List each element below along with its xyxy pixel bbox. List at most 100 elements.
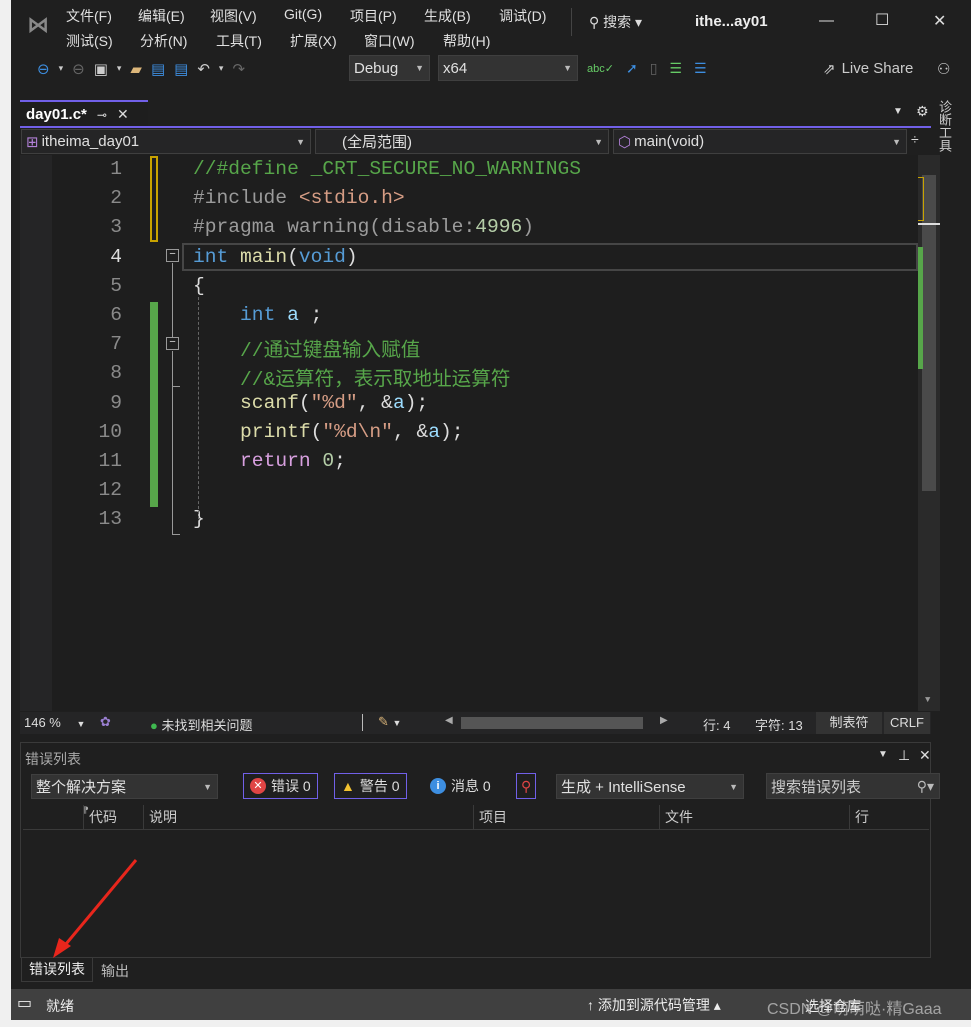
tab-day01-c[interactable]: day01.c* ⊸ ✕ [20, 100, 148, 127]
open-folder-icon[interactable]: ▰ [130, 60, 142, 78]
search-button[interactable]: ⚲ 搜索 ▾ [589, 12, 642, 32]
menu-item[interactable]: 分析(N) [140, 31, 187, 51]
search-icon: ⚲▾ [916, 777, 934, 794]
menu-item[interactable]: 帮助(H) [443, 31, 490, 51]
error-search-input[interactable]: 搜索错误列表 ⚲▾ [766, 773, 940, 799]
collapse-comment-icon[interactable]: − [166, 337, 179, 350]
panel-icon[interactable]: ▯ [650, 60, 658, 77]
column-header[interactable]: 说明 [143, 805, 473, 829]
configuration-select[interactable]: Debug ▼ [349, 55, 430, 81]
save-icon[interactable]: ▤ [151, 60, 165, 78]
close-panel-icon[interactable]: ✕ [919, 747, 931, 764]
code-line[interactable]: { [193, 275, 205, 297]
menu-item[interactable]: 文件(F) [66, 6, 112, 26]
menu-item[interactable]: 扩展(X) [290, 31, 337, 51]
indent-icon[interactable]: ☰ [694, 60, 707, 77]
scroll-left-icon[interactable]: ◀ [445, 715, 453, 726]
eol-indicator[interactable]: CRLF [884, 712, 930, 734]
code-line[interactable]: //#define _CRT_SECURE_NO_WARNINGS [193, 158, 581, 180]
column-header[interactable]: 项目 [473, 805, 659, 829]
line-number: 11 [98, 450, 122, 472]
menu-item[interactable]: 工具(T) [216, 31, 262, 51]
vertical-scrollbar[interactable]: ▼ [918, 155, 940, 711]
panel-menu-icon[interactable]: ▼ [878, 749, 888, 760]
chevron-down-icon: ▼ [563, 63, 572, 73]
warnings-filter-button[interactable]: ▲ 警告 0 [334, 773, 407, 799]
account-icon[interactable]: ⚇ [937, 55, 950, 82]
scope-select[interactable]: (全局范围) ▼ [315, 129, 609, 154]
line-indicator[interactable]: 行: 4 [703, 715, 730, 734]
code-line[interactable]: #include <stdio.h> [193, 187, 405, 209]
tab-error-list[interactable]: 错误列表 [21, 958, 93, 982]
column-header[interactable]: 文件 [659, 805, 849, 829]
scroll-right-icon[interactable]: ▶ [660, 715, 668, 726]
split-icon[interactable]: ÷ [911, 131, 919, 147]
forward-icon[interactable]: ⊖ [72, 60, 85, 78]
code-line[interactable]: //通过键盘输入赋值 [193, 333, 420, 362]
menu-item[interactable]: 调试(D) [499, 6, 546, 26]
source-select[interactable]: 生成 + IntelliSense ▼ [556, 774, 744, 799]
tab-output[interactable]: 输出 [101, 961, 129, 981]
horizontal-scrollbar[interactable] [461, 717, 643, 729]
zoom-select[interactable]: 146 % ▼ [24, 715, 85, 730]
project-select[interactable]: ⊞ itheima_day01 ▼ [21, 129, 311, 154]
pin-icon[interactable]: ⊸ [97, 108, 107, 122]
menu-item[interactable]: Git(G) [284, 6, 322, 22]
undo-icon[interactable]: ↶ [197, 60, 210, 78]
code-line[interactable]: printf("%d\n", &a); [193, 421, 463, 443]
add-source-control-button[interactable]: ↑ 添加到源代码管理 ▴ [587, 995, 721, 1015]
menu-item[interactable]: 窗口(W) [364, 31, 415, 51]
cube-icon: ⬡ [618, 133, 632, 151]
menu-item[interactable]: 生成(B) [424, 6, 471, 26]
filter-icon[interactable]: ⚲ [516, 773, 537, 799]
close-tab-icon[interactable]: ✕ [117, 106, 129, 123]
pointer-icon[interactable]: ➚ [626, 60, 638, 77]
collapse-main-icon[interactable]: − [166, 249, 179, 262]
info-icon: i [430, 778, 446, 794]
maximize-button[interactable]: ☐ [875, 10, 889, 30]
redo-icon[interactable]: ↷ [232, 60, 245, 78]
code-line[interactable]: scanf("%d", &a); [193, 392, 428, 414]
issues-status[interactable]: ● 未找到相关问题 [150, 715, 253, 734]
code-token: //&运算符，表示取地址运算符 [240, 369, 511, 392]
menu-item[interactable]: 编辑(E) [138, 6, 185, 26]
vs-logo-icon: ⋈ [27, 12, 49, 37]
errors-filter-button[interactable]: ✕ 错误 0 [243, 773, 318, 799]
gear-icon[interactable]: ⚙ [916, 103, 929, 120]
intellicode-icon[interactable]: ✿ [100, 714, 111, 730]
platform-select[interactable]: x64 ▼ [438, 55, 578, 81]
menu-item[interactable]: 测试(S) [66, 31, 113, 51]
cleanup-icon[interactable]: ✎ ▼ [378, 714, 401, 730]
outdent-icon[interactable]: ☰ [669, 60, 682, 77]
code-token: ; [298, 304, 323, 326]
live-share-button[interactable]: ⇗ Live Share [823, 55, 913, 82]
code-line[interactable]: return 0; [193, 450, 346, 472]
code-line[interactable]: #pragma warning(disable:4996) [193, 216, 534, 238]
code-line[interactable]: int a ; [193, 304, 322, 326]
messages-filter-button[interactable]: i 消息 0 [424, 773, 497, 799]
menu-item[interactable]: 项目(P) [350, 6, 397, 26]
indent-indicator[interactable]: 制表符 [816, 712, 882, 734]
dropdown-icon[interactable]: ▾ [59, 63, 64, 74]
close-button[interactable]: ✕ [933, 11, 946, 31]
back-icon[interactable]: ⊖ [37, 60, 50, 78]
dropdown-icon[interactable]: ▾ [117, 63, 122, 74]
column-header[interactable]: 行 [849, 805, 889, 829]
dropdown-icon[interactable]: ▾ [219, 63, 224, 74]
scope-select[interactable]: 整个解决方案 ▼ [31, 774, 218, 799]
code-line[interactable]: //&运算符，表示取地址运算符 [193, 362, 510, 391]
new-project-icon[interactable]: ▣ [94, 60, 108, 78]
char-indicator[interactable]: 字符: 13 [755, 715, 803, 734]
menu-item[interactable]: 视图(V) [210, 6, 257, 26]
member-select[interactable]: ⬡ main(void) ▼ [613, 129, 907, 154]
pin-icon[interactable]: ⊥ [898, 747, 910, 764]
code-editor[interactable]: 1 //#define _CRT_SECURE_NO_WARNINGS 2 #incl… [20, 155, 940, 711]
save-all-icon[interactable]: ▤ [174, 60, 188, 78]
notification-icon[interactable]: ▭ [17, 993, 32, 1013]
column-header[interactable]: 代码 [83, 805, 143, 829]
spellcheck-icon[interactable]: abc✓ [587, 62, 614, 75]
minimize-button[interactable]: — [819, 12, 834, 29]
scroll-down-icon[interactable]: ▼ [925, 695, 930, 705]
tab-list-dropdown[interactable]: ▼ [893, 106, 903, 117]
diagnostic-tools-tab[interactable]: 诊断工具 [937, 100, 954, 152]
